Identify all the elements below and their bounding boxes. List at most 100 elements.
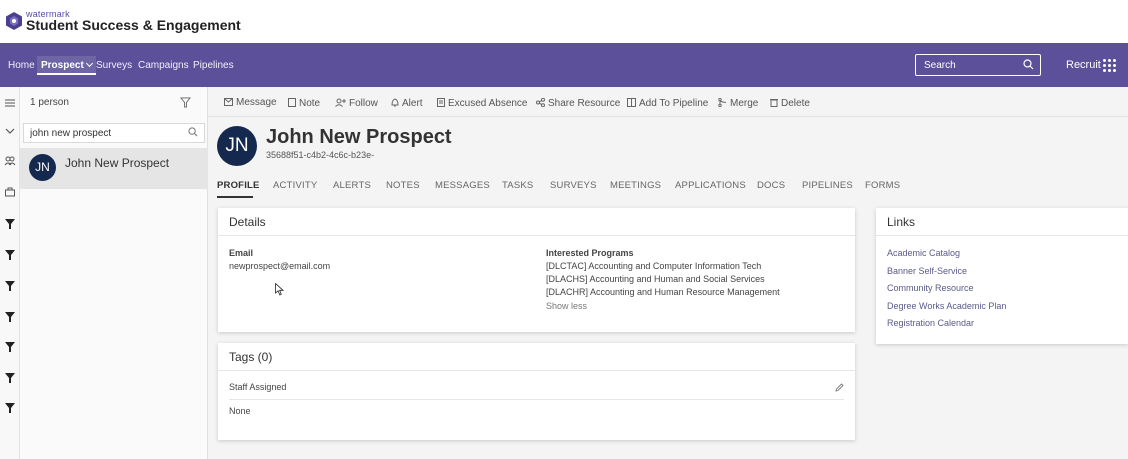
chevron-down-icon (85, 59, 93, 68)
link-degree-works[interactable]: Degree Works Academic Plan (887, 301, 1006, 311)
details-card: Details Email newprospect@email.com Inte… (218, 208, 855, 332)
mouse-cursor-icon (275, 283, 284, 296)
tags-card: Tags (0) Staff Assigned None (218, 343, 855, 440)
tab-applications[interactable]: APPLICATIONS (675, 180, 746, 191)
tab-meetings[interactable]: MEETINGS (610, 180, 661, 191)
tab-docs[interactable]: DOCS (757, 180, 785, 191)
excused-absence-button[interactable]: Excused Absence (437, 97, 528, 109)
nav-pipelines[interactable]: Pipelines (193, 60, 234, 71)
trash-icon (770, 99, 778, 107)
result-count: 1 person (30, 97, 69, 108)
chevron-down-icon[interactable] (4, 125, 16, 137)
tags-title: Tags (0) (229, 350, 273, 364)
search-icon[interactable] (1023, 59, 1034, 70)
tab-pipelines[interactable]: PIPELINES (802, 180, 853, 191)
filter-icon[interactable] (180, 97, 191, 108)
programs-label: Interested Programs (546, 248, 634, 258)
filter-icon[interactable] (4, 341, 16, 353)
document-icon (437, 98, 445, 107)
filter-icon[interactable] (4, 218, 16, 230)
tab-profile[interactable]: PROFILE (217, 180, 260, 191)
group-icon[interactable] (4, 155, 16, 167)
main-nav: Home Prospect Surveys Campaigns Pipeline… (0, 43, 1128, 87)
profile-avatar: JN (217, 126, 257, 166)
link-banner-self-service[interactable]: Banner Self-Service (887, 266, 967, 276)
link-registration-calendar[interactable]: Registration Calendar (887, 318, 974, 328)
merge-label: Merge (730, 98, 759, 109)
tab-tasks[interactable]: TASKS (502, 180, 533, 191)
app-grid-icon[interactable] (1103, 59, 1116, 72)
alert-button[interactable]: Alert (391, 97, 423, 109)
pipeline-icon (627, 98, 636, 107)
email-label: Email (229, 248, 254, 258)
delete-button[interactable]: Delete (770, 97, 810, 109)
email-value: newprospect@email.com (229, 261, 331, 271)
show-less-link[interactable]: Show less (546, 301, 587, 311)
filter-icon[interactable] (4, 249, 16, 261)
add-to-pipeline-button[interactable]: Add To Pipeline (627, 97, 708, 109)
share-resource-label: Share Resource (548, 98, 621, 109)
briefcase-icon[interactable] (4, 186, 16, 198)
app-header: watermark Student Success & Engagement (0, 0, 1128, 43)
divider (218, 370, 855, 371)
links-card: Links Academic Catalog Banner Self-Servi… (876, 208, 1128, 344)
message-button[interactable]: Message (224, 97, 277, 108)
follow-label: Follow (349, 98, 378, 109)
filter-icon[interactable] (4, 311, 16, 323)
menu-icon[interactable] (4, 97, 16, 109)
tab-activity[interactable]: ACTIVITY (273, 180, 317, 191)
tab-alerts[interactable]: ALERTS (333, 180, 371, 191)
merge-icon (718, 97, 727, 108)
staff-assigned-value: None (229, 406, 251, 416)
tab-notes[interactable]: NOTES (386, 180, 420, 191)
note-button[interactable]: Note (288, 97, 320, 109)
follow-button[interactable]: Follow (335, 97, 378, 109)
divider (229, 399, 844, 400)
add-person-icon (335, 98, 346, 107)
nav-home[interactable]: Home (8, 60, 35, 71)
app-title: Student Success & Engagement (26, 17, 241, 33)
divider (218, 235, 855, 236)
link-community-resource[interactable]: Community Resource (887, 283, 974, 293)
person-name: John New Prospect (65, 156, 170, 170)
list-item[interactable]: JN John New Prospect (20, 148, 208, 189)
left-rail (0, 87, 20, 459)
share-resource-button[interactable]: Share Resource (536, 97, 620, 109)
filter-icon[interactable] (4, 280, 16, 292)
avatar: JN (29, 154, 56, 181)
filter-icon[interactable] (4, 372, 16, 384)
divider (876, 235, 1128, 236)
tab-forms[interactable]: FORMS (865, 180, 900, 191)
nav-campaigns[interactable]: Campaigns (138, 60, 189, 71)
links-title: Links (887, 215, 916, 229)
watermark-logo-icon (6, 12, 22, 30)
results-panel: 1 person JN John New Prospect (20, 87, 208, 459)
search-icon[interactable] (188, 127, 198, 137)
recruit-label[interactable]: Recruit (1066, 59, 1101, 71)
excused-absence-label: Excused Absence (448, 98, 528, 109)
nav-surveys[interactable]: Surveys (96, 60, 132, 71)
details-title: Details (229, 215, 266, 229)
profile-id: 35688f51-c4b2-4c6c-b23e- (266, 150, 375, 160)
action-toolbar: Message Note Follow Alert Excused Absenc… (208, 87, 1128, 117)
filter-icon[interactable] (4, 402, 16, 414)
active-tab-indicator (217, 196, 253, 198)
envelope-icon (224, 98, 233, 106)
nav-prospect[interactable]: Prospect (37, 56, 96, 75)
profile-name: John New Prospect (266, 126, 452, 148)
people-search-input[interactable] (23, 123, 205, 143)
tab-messages[interactable]: MESSAGES (435, 180, 490, 191)
program-item: [DLACHR] Accounting and Human Resource M… (546, 287, 780, 297)
staff-assigned-label: Staff Assigned (229, 382, 287, 392)
pencil-icon[interactable] (835, 383, 844, 392)
nav-prospect-label: Prospect (41, 60, 84, 71)
link-academic-catalog[interactable]: Academic Catalog (887, 248, 960, 258)
add-to-pipeline-label: Add To Pipeline (639, 98, 709, 109)
message-label: Message (236, 97, 277, 108)
note-label: Note (299, 98, 321, 109)
merge-button[interactable]: Merge (718, 97, 758, 109)
delete-label: Delete (781, 98, 810, 109)
note-icon (288, 98, 296, 107)
alert-label: Alert (402, 98, 423, 109)
tab-surveys[interactable]: SURVEYS (550, 180, 597, 191)
